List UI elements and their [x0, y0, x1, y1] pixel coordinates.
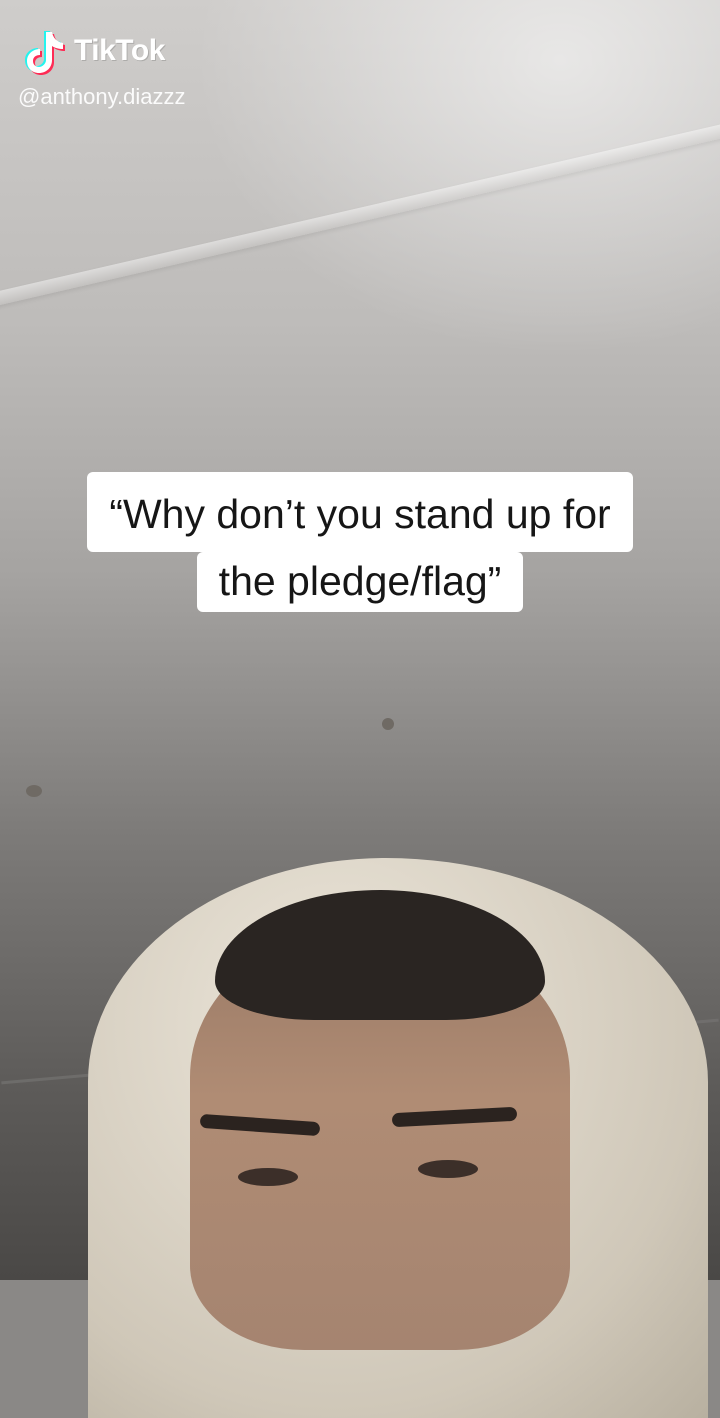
caption-line-2: the pledge/flag” — [196, 552, 524, 612]
video-frame — [0, 0, 720, 1418]
wall-spot — [26, 785, 42, 797]
caption-line-1: “Why don’t you stand up for — [87, 472, 633, 552]
wall-trim — [0, 115, 720, 314]
creator-handle: @anthony.diazzz — [18, 84, 186, 109]
person-eye-left — [238, 1168, 298, 1186]
tiktok-watermark: TikTok — [22, 26, 165, 76]
caption-overlay: “Why don’t you stand up for the pledge/f… — [0, 472, 720, 612]
wall-spot — [382, 718, 394, 730]
tiktok-wordmark: TikTok — [74, 34, 165, 67]
person-eye-right — [418, 1160, 478, 1178]
tiktok-note-icon — [22, 26, 68, 76]
